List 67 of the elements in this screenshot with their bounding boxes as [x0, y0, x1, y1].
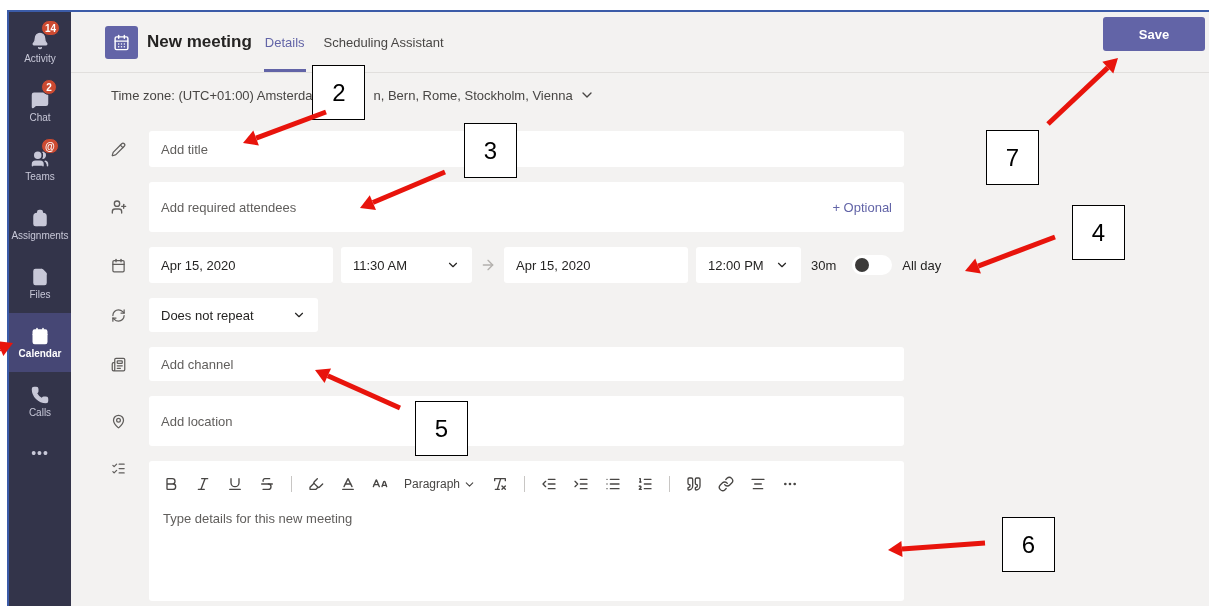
start-time-dropdown[interactable]: 11:30 AM — [341, 247, 472, 283]
arrow-right-icon — [480, 257, 496, 273]
repeat-dropdown[interactable]: Does not repeat — [149, 298, 318, 332]
save-button[interactable]: Save — [1103, 17, 1205, 51]
sidebar-icon — [31, 385, 49, 404]
details-placeholder: Type details for this new meeting — [163, 511, 354, 526]
repeat-icon — [111, 307, 126, 323]
callout-number: 7 — [986, 130, 1039, 185]
calendar-icon — [111, 257, 126, 273]
start-date-field[interactable]: Apr 15, 2020 — [149, 247, 333, 283]
sidebar-icon — [31, 326, 49, 345]
time-zone-text[interactable]: Time zone: (UTC+01:00) Amsterda — [111, 87, 313, 103]
callout-arrow — [1046, 58, 1118, 126]
sidebar-item[interactable]: 2 Chat — [9, 77, 71, 136]
sidebar-icon — [31, 208, 49, 227]
sidebar-icon — [31, 267, 49, 286]
highlighter-icon[interactable] — [308, 476, 324, 492]
attendees-field[interactable]: Add required attendees + Optional — [149, 182, 904, 232]
add-person-icon — [111, 199, 127, 215]
details-editor[interactable]: Paragraph Type details for this new meeting — [149, 461, 904, 601]
font-color-icon[interactable] — [340, 476, 356, 492]
link-icon[interactable] — [718, 476, 735, 492]
quote-icon[interactable] — [686, 476, 703, 492]
sidebar-item[interactable]: Calendar — [9, 313, 71, 372]
callout-number: 2 — [312, 65, 366, 120]
sidebar-icon — [31, 90, 49, 109]
sidebar-item[interactable]: Calls — [9, 372, 71, 431]
list-icon — [111, 461, 126, 476]
callout-number: 5 — [415, 401, 468, 456]
time-zone-text[interactable]: n, Bern, Rome, Stockholm, Vienna — [373, 87, 573, 103]
end-date-field[interactable]: Apr 15, 2020 — [504, 247, 688, 283]
pencil-icon — [111, 141, 126, 157]
channel-icon — [111, 356, 126, 372]
optional-link[interactable]: + Optional — [832, 199, 892, 215]
align-center-icon[interactable] — [750, 476, 767, 492]
italic-icon[interactable] — [195, 476, 211, 492]
calendar-app-icon — [105, 25, 138, 59]
underline-icon[interactable] — [227, 476, 243, 492]
callout-number: 6 — [1002, 517, 1055, 572]
more-apps-button[interactable]: ••• — [9, 445, 71, 461]
paragraph-dropdown[interactable]: Paragraph — [404, 477, 477, 491]
tab[interactable]: Details — [263, 12, 306, 72]
sidebar-icon — [31, 31, 49, 50]
callout-number: 3 — [464, 123, 517, 178]
end-time-dropdown[interactable]: 12:00 PM — [696, 247, 801, 283]
page-title: New meeting — [147, 32, 252, 52]
bold-icon[interactable] — [163, 476, 179, 492]
all-day-label: All day — [902, 257, 942, 273]
numbered-list-icon[interactable] — [637, 476, 654, 492]
strikethrough-icon[interactable] — [259, 476, 275, 492]
sidebar-item[interactable]: 14 Activity — [9, 18, 71, 77]
callout-arrow — [0, 341, 13, 356]
notification-badge: 14 — [41, 20, 61, 36]
all-day-toggle[interactable] — [852, 255, 893, 275]
notification-badge: @ — [41, 138, 59, 154]
bullet-list-icon[interactable] — [605, 476, 622, 492]
notification-badge: 2 — [41, 79, 57, 95]
clear-format-icon[interactable] — [492, 476, 509, 492]
duration-text: 30m — [811, 257, 837, 273]
sidebar-item[interactable]: Assignments — [9, 195, 71, 254]
outdent-icon[interactable] — [541, 476, 558, 492]
sidebar-item[interactable]: @ Teams — [9, 136, 71, 195]
channel-field[interactable]: Add channel — [149, 347, 904, 381]
sidebar-item[interactable]: Files — [9, 254, 71, 313]
callout-number: 4 — [1072, 205, 1125, 260]
location-pin-icon — [111, 413, 126, 429]
indent-icon[interactable] — [573, 476, 590, 492]
